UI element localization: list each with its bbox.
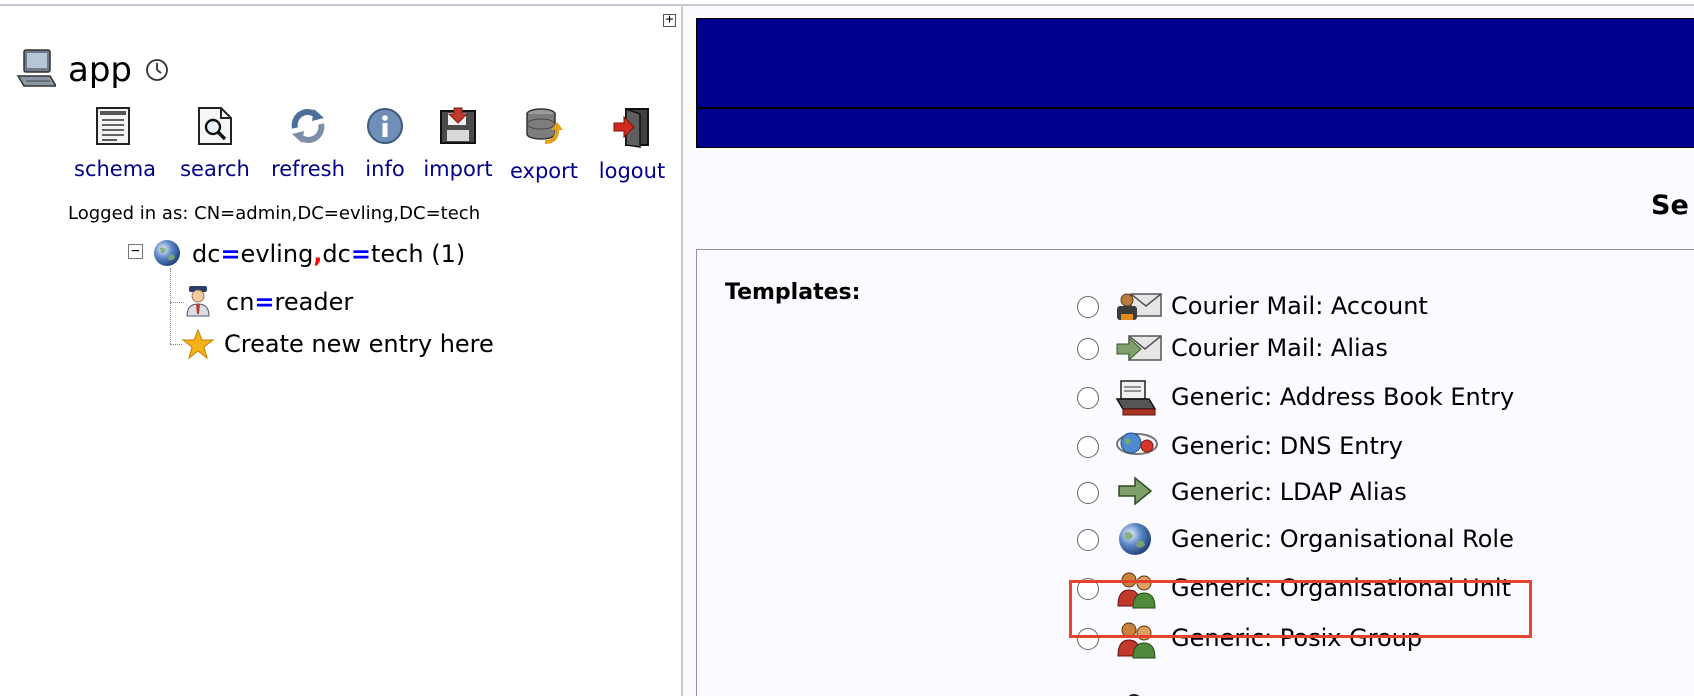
template-option-address-book[interactable]: Generic: Address Book Entry xyxy=(1077,379,1677,419)
create-new-entry-link[interactable]: Create new entry here xyxy=(224,328,494,360)
template-label: Generic: Organisational Unit xyxy=(1171,574,1511,602)
page-title: Se xyxy=(1651,190,1689,221)
schema-document-icon xyxy=(96,107,130,145)
logout-door-icon xyxy=(613,107,649,148)
template-label: Generic: Posix Group xyxy=(1171,624,1423,652)
template-radio[interactable] xyxy=(1077,436,1099,458)
templates-label: Templates: xyxy=(725,280,861,305)
template-label: Generic: LDAP Alias xyxy=(1171,478,1407,506)
people-group-icon xyxy=(1117,572,1156,609)
server-name[interactable]: app xyxy=(68,48,132,92)
template-option-organisational-role[interactable]: Generic: Organisational Role xyxy=(1077,521,1677,561)
template-radio[interactable] xyxy=(1077,578,1099,600)
schema-label: schema xyxy=(74,157,157,181)
tree-entry-reader[interactable]: cn=reader xyxy=(226,286,353,318)
header-bar xyxy=(696,18,1694,108)
template-radio[interactable] xyxy=(1077,387,1099,409)
refresh-button[interactable]: refresh xyxy=(266,106,350,182)
template-label: Generic: Address Book Entry xyxy=(1171,383,1515,411)
template-radio[interactable] xyxy=(1077,529,1099,551)
template-option-posix-group[interactable]: Generic: Posix Group xyxy=(1077,620,1677,660)
info-label: info xyxy=(365,157,405,181)
info-icon xyxy=(367,108,403,144)
tree-line xyxy=(170,268,171,344)
entry-attr: cn xyxy=(226,288,255,316)
template-label: Generic: DNS Entry xyxy=(1171,432,1403,460)
mail-account-icon xyxy=(1117,293,1162,320)
ldap-alias-arrow-icon xyxy=(1118,476,1153,506)
dns-globe-icon xyxy=(1116,432,1158,455)
template-label: Courier Mail: Alias xyxy=(1171,334,1388,362)
tree-line xyxy=(170,302,184,303)
import-label: import xyxy=(423,157,493,181)
expand-pane-icon[interactable]: + xyxy=(663,13,676,27)
content-pane: Se Templates: Courier Mail: Account Cour… xyxy=(683,6,1694,696)
globe-icon xyxy=(1119,523,1151,555)
template-radio[interactable] xyxy=(1077,296,1099,318)
template-option-courier-account[interactable]: Courier Mail: Account xyxy=(1077,288,1677,328)
template-radio[interactable] xyxy=(1077,338,1099,360)
root-val1: evling xyxy=(240,240,314,268)
export-label: export xyxy=(509,159,579,183)
globe-icon xyxy=(154,240,180,266)
address-book-icon xyxy=(1115,380,1157,416)
user-icon xyxy=(186,286,210,317)
search-label: search xyxy=(180,157,250,181)
equals-sign: = xyxy=(254,288,275,316)
search-button[interactable]: search xyxy=(176,106,254,182)
template-radio[interactable] xyxy=(1077,628,1099,650)
import-button[interactable]: import xyxy=(420,106,496,182)
root-attr1: dc xyxy=(192,240,221,268)
logout-button[interactable]: logout xyxy=(594,106,670,184)
template-radio[interactable] xyxy=(1077,482,1099,504)
root-attr2: dc xyxy=(322,240,351,268)
refresh-arrows-icon xyxy=(291,109,325,143)
import-floppy-icon xyxy=(440,107,476,144)
refresh-label: refresh xyxy=(271,157,345,181)
mail-alias-icon xyxy=(1116,335,1162,362)
search-magnifier-icon xyxy=(198,107,232,145)
equals-sign: = xyxy=(350,240,371,268)
header-subbar xyxy=(696,108,1694,148)
template-option-courier-alias[interactable]: Courier Mail: Alias xyxy=(1077,330,1677,370)
export-button[interactable]: export xyxy=(506,106,582,184)
partial-icon xyxy=(1128,694,1140,696)
template-option-organisational-unit[interactable]: Generic: Organisational Unit xyxy=(1077,570,1677,610)
logout-label: logout xyxy=(598,159,666,183)
server-computer-icon xyxy=(16,49,56,87)
root-val2: tech xyxy=(370,240,424,268)
info-button[interactable]: info xyxy=(360,106,410,182)
collapse-tree-icon[interactable]: − xyxy=(128,244,143,259)
schema-button[interactable]: schema xyxy=(74,106,157,182)
template-label: Courier Mail: Account xyxy=(1171,292,1428,320)
tree-root-entry[interactable]: dc=evling,dc=tech (1) xyxy=(192,238,465,270)
template-label: Generic: Organisational Role xyxy=(1171,525,1514,553)
entry-value: reader xyxy=(274,288,354,316)
template-option-ldap-alias[interactable]: Generic: LDAP Alias xyxy=(1077,474,1677,514)
tree-line xyxy=(170,344,182,345)
logged-in-status: Logged in as: CN=admin,DC=evling,DC=tech xyxy=(68,203,481,224)
equals-sign: = xyxy=(220,240,241,268)
star-icon xyxy=(182,328,214,360)
tree-pane: + app schema search refresh info import … xyxy=(0,6,681,696)
clock-icon[interactable] xyxy=(145,58,169,82)
template-option-dns-entry[interactable]: Generic: DNS Entry xyxy=(1077,428,1677,468)
export-database-icon xyxy=(526,108,563,144)
people-group-icon xyxy=(1117,622,1156,659)
root-child-count: (1) xyxy=(431,240,466,268)
